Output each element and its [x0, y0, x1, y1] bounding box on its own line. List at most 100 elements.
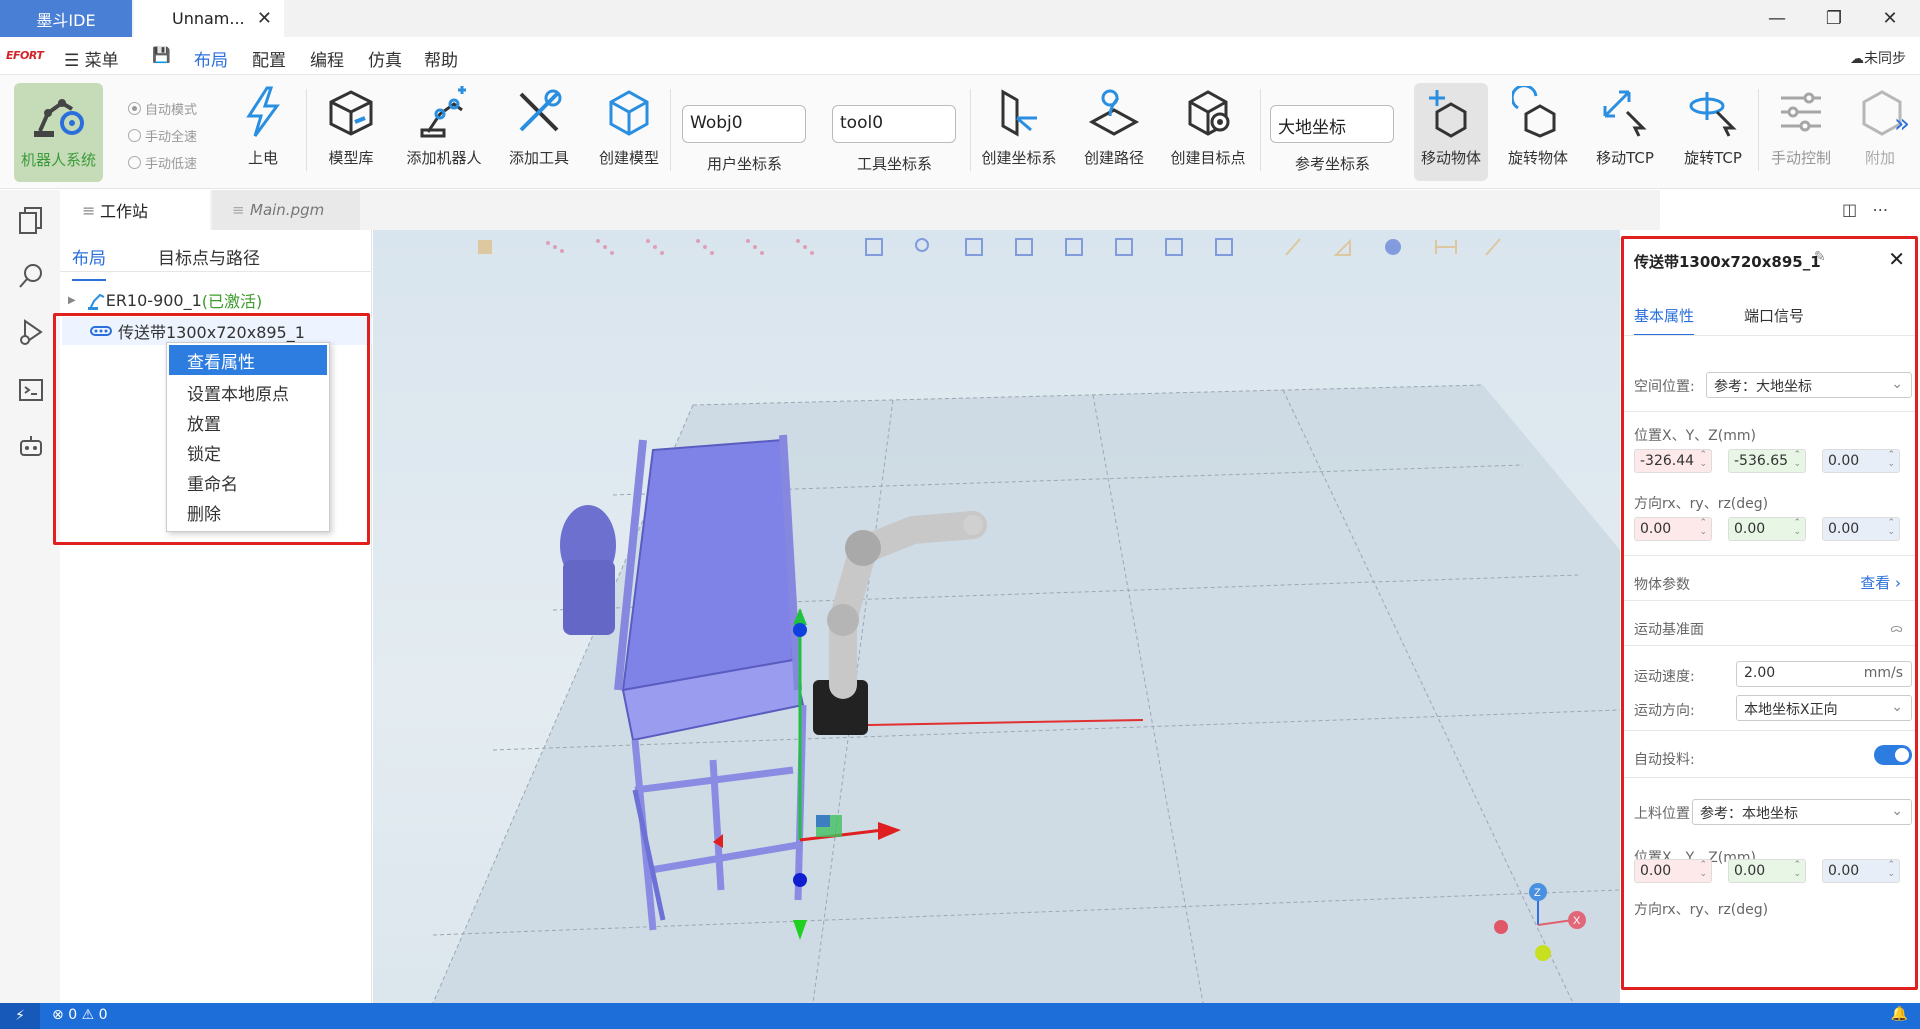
menu-delete[interactable]: 删除 — [167, 497, 329, 527]
main-tab-icon: ≡ — [232, 201, 245, 219]
split-editor-icon[interactable]: ◫ — [1842, 200, 1857, 219]
menu-place[interactable]: 放置 — [167, 407, 329, 437]
mode-manual-full-radio[interactable]: 手动全速 — [128, 126, 197, 145]
rotate-tcp-button[interactable]: 旋转TCP — [1680, 83, 1746, 181]
power-on-button[interactable]: 上电 — [234, 83, 292, 181]
robot-assistant-icon[interactable] — [17, 432, 45, 460]
feed-position-value: 参考：本地坐标 — [1700, 806, 1798, 822]
menu-lock[interactable]: 锁定 — [167, 437, 329, 467]
hamburger-menu-button[interactable]: ☰ 菜单 — [64, 46, 119, 71]
feed-pos-x-input[interactable]: 0.00 ⌃ ⌄ — [1634, 859, 1712, 883]
status-bar: ⚡ ⊗ 0 ⚠ 0 🔔 — [0, 1003, 1920, 1029]
remote-icon[interactable]: ⚡ — [0, 1003, 40, 1029]
minimize-button[interactable]: — — [1749, 0, 1805, 37]
stepper-icon[interactable]: ⌃ ⌄ — [1699, 519, 1707, 537]
rot-z-input[interactable]: 0.00 ⌃ ⌄ — [1822, 517, 1900, 541]
pos-x-input[interactable]: -326.44 ⌃ ⌄ — [1634, 449, 1712, 473]
create-path-button[interactable]: 创建路径 — [1080, 83, 1148, 181]
menu-program[interactable]: 编程 — [310, 46, 344, 71]
tab-targets-paths[interactable]: 目标点与路径 — [158, 244, 260, 269]
stepper-icon[interactable]: ⌃ ⌄ — [1793, 451, 1801, 469]
ribbon-more-icon[interactable]: » — [1894, 109, 1910, 139]
stepper-icon[interactable]: ⌃ ⌄ — [1793, 519, 1801, 537]
create-frame-button[interactable]: 创建坐标系 — [980, 83, 1058, 181]
3d-viewport[interactable]: Z X — [373, 230, 1620, 1003]
feed-pos-z-input[interactable]: 0.00 ⌃ ⌄ — [1822, 859, 1900, 883]
robot-node-label: ER10-900_1 — [105, 290, 202, 310]
save-icon[interactable]: 💾 — [152, 46, 171, 64]
direction-select[interactable]: 本地坐标X正向 ⌄ — [1736, 695, 1912, 721]
add-tool-button[interactable]: 添加工具 — [505, 83, 573, 181]
tab-port-signals[interactable]: 端口信号 — [1744, 305, 1804, 326]
menu-view-properties[interactable]: 查看属性 — [169, 345, 327, 375]
pos-z-input[interactable]: 0.00 ⌃ ⌄ — [1822, 449, 1900, 473]
mode-manual-low-radio[interactable]: 手动低速 — [128, 153, 197, 172]
robot-system-button[interactable]: 机器人系统 — [14, 83, 103, 182]
more-actions-icon[interactable]: ⋯ — [1872, 200, 1888, 219]
space-pos-select[interactable]: 参考：大地坐标 ⌄ — [1706, 372, 1912, 398]
create-model-button[interactable]: 创建模型 — [594, 83, 664, 181]
menu-help[interactable]: 帮助 — [424, 46, 458, 71]
app-tab[interactable]: 墨斗IDE — [0, 0, 132, 37]
stepper-icon[interactable]: ⌃ ⌄ — [1887, 861, 1895, 879]
stepper-icon[interactable]: ⌃ ⌄ — [1887, 451, 1895, 469]
sync-status[interactable]: ☁未同步 — [1850, 48, 1906, 68]
close-panel-icon[interactable]: ✕ — [1888, 247, 1905, 271]
view-params-link[interactable]: 查看 › — [1860, 572, 1901, 593]
terminal-icon[interactable] — [17, 376, 45, 404]
menu-layout[interactable]: 布局 — [194, 46, 228, 80]
eye-hidden-icon[interactable]: ᯅ — [1890, 619, 1903, 636]
feed-pos-y-input[interactable]: 0.00 ⌃ ⌄ — [1728, 859, 1806, 883]
restore-button[interactable]: ❐ — [1806, 0, 1862, 37]
notification-bell-icon[interactable]: 🔔 — [1891, 1006, 1908, 1022]
manual-control-button[interactable]: 手动控制 — [1768, 83, 1834, 181]
tab-basic-properties[interactable]: 基本属性 — [1634, 305, 1695, 336]
run-debug-icon[interactable] — [17, 318, 45, 346]
rot-y-input[interactable]: 0.00 ⌃ ⌄ — [1728, 517, 1806, 541]
snap-tools-icon[interactable] — [546, 239, 814, 255]
speed-label: 运动速度: — [1634, 669, 1695, 685]
floor-plane — [433, 385, 1620, 1003]
move-tcp-button[interactable]: 移动TCP — [1592, 83, 1658, 181]
menu-set-local-origin[interactable]: 设置本地原点 — [167, 377, 329, 407]
measure-tools-icons[interactable] — [1285, 238, 1501, 256]
add-robot-button[interactable]: 添加机器人 — [405, 83, 483, 181]
tool-frame-select[interactable]: tool0 — [832, 105, 956, 143]
move-object-button[interactable]: 移动物体 — [1414, 83, 1488, 181]
rotate-object-button[interactable]: 旋转物体 — [1502, 83, 1574, 181]
expand-arrow-icon[interactable]: ▶ — [68, 295, 76, 306]
mode-auto-label: 自动模式 — [145, 103, 198, 118]
model-library-button[interactable]: 模型库 — [320, 83, 382, 181]
stepper-icon[interactable]: ⌃ ⌄ — [1793, 861, 1801, 879]
mode-auto-radio[interactable]: 自动模式 — [128, 99, 197, 118]
rot-x-input[interactable]: 0.00 ⌃ ⌄ — [1634, 517, 1712, 541]
tab-workstation[interactable]: ≡ 工作站 — [60, 190, 210, 230]
user-frame-select[interactable]: Wobj0 — [682, 105, 806, 143]
pos-y-input[interactable]: -536.65 ⌃ ⌄ — [1728, 449, 1806, 473]
stepper-icon[interactable]: ⌃ ⌄ — [1699, 861, 1707, 879]
stepper-icon[interactable]: ⌃ ⌄ — [1699, 451, 1707, 469]
menu-simulate[interactable]: 仿真 — [368, 46, 402, 71]
tree-item-robot[interactable]: ▶ ER10-900_1 (已激活) — [68, 288, 262, 312]
menu-config[interactable]: 配置 — [252, 46, 286, 71]
speed-input[interactable]: 2.00 mm/s — [1736, 661, 1912, 687]
close-tab-icon[interactable]: ✕ — [257, 8, 272, 29]
document-tab[interactable]: Unnam... ✕ — [134, 0, 284, 37]
reference-frame-select[interactable]: 大地坐标 — [1270, 105, 1394, 143]
create-target-button[interactable]: 创建目标点 — [1168, 83, 1248, 181]
rotation-label: 方向rx、ry、rz(deg) — [1634, 496, 1769, 512]
stepper-icon[interactable]: ⌃ ⌄ — [1887, 519, 1895, 537]
close-window-button[interactable]: ✕ — [1862, 0, 1918, 37]
rot-y-value: 0.00 — [1734, 521, 1766, 537]
problems-indicator[interactable]: ⊗ 0 ⚠ 0 — [52, 1007, 108, 1023]
tab-layout[interactable]: 布局 — [72, 244, 106, 281]
view-cube-icons[interactable] — [865, 238, 1233, 256]
search-icon[interactable] — [17, 262, 45, 290]
auto-feed-toggle[interactable] — [1874, 745, 1912, 765]
edit-name-icon[interactable]: ✎ — [1814, 249, 1826, 265]
view-tool-icon[interactable] — [478, 240, 492, 254]
files-icon[interactable] — [17, 206, 45, 234]
tab-main-pgm[interactable]: ≡ Main.pgm — [212, 190, 360, 230]
feed-position-select[interactable]: 参考：本地坐标 ⌄ — [1692, 799, 1912, 825]
menu-rename[interactable]: 重命名 — [167, 467, 329, 497]
